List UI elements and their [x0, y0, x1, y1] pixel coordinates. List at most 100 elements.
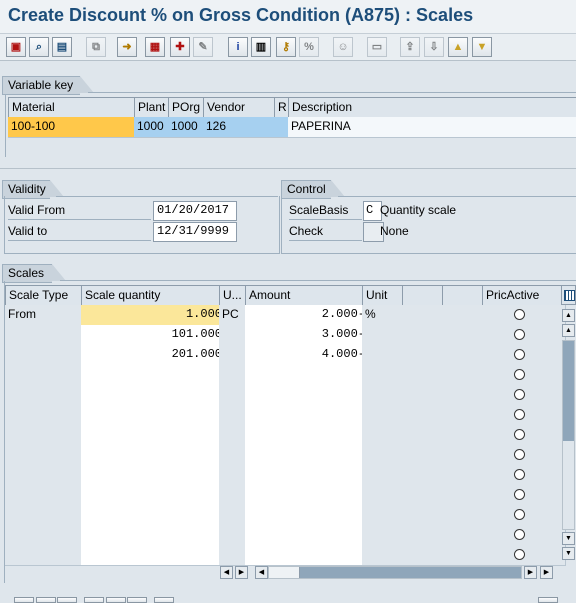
scale-type-cell[interactable] — [5, 405, 88, 426]
percent-icon[interactable]: % — [299, 37, 319, 57]
scale-type-cell[interactable] — [5, 325, 88, 346]
amount-cell[interactable] — [245, 445, 369, 466]
find-icon[interactable]: ⌕ — [29, 37, 49, 57]
pricactive-radio[interactable] — [514, 389, 525, 400]
header-scale-type[interactable]: Scale Type — [5, 285, 86, 307]
import-icon[interactable]: ⇩ — [424, 37, 444, 57]
header-blank-2[interactable] — [442, 285, 487, 307]
info-icon[interactable]: i — [228, 37, 248, 57]
scale-quantity-cell[interactable] — [81, 425, 226, 446]
header-description[interactable]: Description — [288, 97, 576, 119]
scroll-bottom-button[interactable]: ▼ — [562, 547, 575, 560]
scale-quantity-cell[interactable] — [81, 405, 226, 426]
scale-type-cell[interactable] — [5, 345, 88, 366]
amount-cell[interactable]: 2.000- — [245, 305, 369, 326]
details-icon[interactable] — [154, 597, 174, 603]
vertical-scrollbar-track[interactable] — [562, 340, 575, 530]
scale-type-cell[interactable] — [5, 525, 88, 546]
scale-type-cell[interactable] — [5, 445, 88, 466]
pricactive-radio[interactable] — [514, 529, 525, 540]
scale-type-cell[interactable] — [5, 485, 88, 506]
scale-type-cell[interactable] — [5, 425, 88, 446]
header-scale-quantity[interactable]: Scale quantity — [81, 285, 224, 307]
amount-cell[interactable]: 3.000- — [245, 325, 369, 346]
scale-quantity-cell[interactable]: 1.000 — [81, 305, 226, 326]
table-settings-icon[interactable] — [561, 285, 576, 305]
scale-quantity-cell[interactable] — [81, 525, 226, 546]
save-icon[interactable]: ▣ — [6, 37, 26, 57]
scale-quantity-cell[interactable]: 201.000 — [81, 345, 226, 366]
header-material[interactable]: Material — [8, 97, 139, 119]
insert-row-icon[interactable] — [84, 597, 104, 603]
material-cell[interactable]: 100-100 — [8, 117, 141, 138]
pricactive-radio[interactable] — [514, 549, 525, 560]
amount-cell[interactable]: 4.000- — [245, 345, 369, 366]
scale-quantity-cell[interactable] — [81, 385, 226, 406]
select-all-icon[interactable] — [14, 597, 34, 603]
vendor-cell[interactable]: 126 — [203, 117, 281, 138]
deselect-all-icon[interactable] — [36, 597, 56, 603]
scale-type-cell[interactable] — [5, 545, 88, 566]
amount-cell[interactable] — [245, 525, 369, 546]
pricactive-radio[interactable] — [514, 489, 525, 500]
description-cell[interactable]: PAPERINA — [288, 117, 576, 138]
vertical-scrollbar-thumb[interactable] — [563, 341, 574, 441]
edit-icon[interactable]: ✎ — [193, 37, 213, 57]
amount-cell[interactable] — [245, 485, 369, 506]
scroll-top-button[interactable]: ▲ — [562, 309, 575, 322]
amount-cell[interactable] — [245, 465, 369, 486]
copy-icon[interactable]: ⧉ — [86, 37, 106, 57]
pricactive-radio[interactable] — [514, 409, 525, 420]
scale-quantity-cell[interactable] — [81, 505, 226, 526]
scale-type-cell[interactable] — [5, 385, 88, 406]
scroll-down-button[interactable]: ▼ — [562, 532, 575, 545]
horizontal-scrollbar-thumb[interactable] — [269, 567, 300, 578]
next-icon[interactable]: ➜ — [117, 37, 137, 57]
horizontal-scrollbar-track[interactable] — [268, 566, 522, 579]
header-porg[interactable]: POrg — [168, 97, 208, 119]
pricactive-radio[interactable] — [514, 329, 525, 340]
scale-type-cell[interactable]: From — [5, 305, 88, 326]
layout-icon[interactable]: ▭ — [367, 37, 387, 57]
valid-from-field[interactable]: 01/20/2017 — [153, 201, 237, 221]
amount-cell[interactable] — [245, 405, 369, 426]
amount-cell[interactable] — [245, 365, 369, 386]
copy-row-icon[interactable] — [106, 597, 126, 603]
scale-type-cell[interactable] — [5, 365, 88, 386]
scale-type-cell[interactable] — [5, 505, 88, 526]
header-pricactive[interactable]: PricActive — [482, 285, 564, 307]
key-icon[interactable]: ⚷ — [276, 37, 296, 57]
header-unit[interactable]: Unit — [362, 285, 407, 307]
scroll-down-icon[interactable]: ▼ — [472, 37, 492, 57]
header-amount[interactable]: Amount — [245, 285, 367, 307]
valid-to-field[interactable]: 12/31/9999 — [153, 222, 237, 242]
amount-cell[interactable] — [245, 505, 369, 526]
sort-icon[interactable] — [127, 597, 147, 603]
pricactive-radio[interactable] — [514, 449, 525, 460]
hscroll2-left-button[interactable]: ◀ — [255, 566, 268, 579]
overview-icon[interactable]: ▥ — [251, 37, 271, 57]
scale-quantity-cell[interactable] — [81, 545, 226, 566]
calendar-icon[interactable]: ▦ — [145, 37, 165, 57]
pricactive-radio[interactable] — [514, 509, 525, 520]
gift-icon[interactable]: ✚ — [170, 37, 190, 57]
scale-quantity-cell[interactable] — [81, 365, 226, 386]
scale-quantity-cell[interactable] — [81, 465, 226, 486]
help-icon[interactable] — [538, 597, 558, 603]
export-icon[interactable]: ⇪ — [400, 37, 420, 57]
hscroll-left-button[interactable]: ◀ — [220, 566, 233, 579]
person-icon[interactable]: ☺ — [333, 37, 353, 57]
scale-quantity-cell[interactable]: 101.000 — [81, 325, 226, 346]
amount-cell[interactable] — [245, 425, 369, 446]
hscroll2-right-button[interactable]: ▶ — [524, 566, 537, 579]
scale-type-cell[interactable] — [5, 465, 88, 486]
pricactive-radio[interactable] — [514, 369, 525, 380]
header-blank-1[interactable] — [402, 285, 447, 307]
scroll-up-button[interactable]: ▲ — [562, 324, 575, 337]
hscroll-right-button[interactable]: ▶ — [235, 566, 248, 579]
delete-row-icon[interactable] — [57, 597, 77, 603]
pricactive-radio[interactable] — [514, 429, 525, 440]
header-vendor[interactable]: Vendor — [203, 97, 279, 119]
amount-cell[interactable] — [245, 385, 369, 406]
scroll-up-icon[interactable]: ▲ — [448, 37, 468, 57]
